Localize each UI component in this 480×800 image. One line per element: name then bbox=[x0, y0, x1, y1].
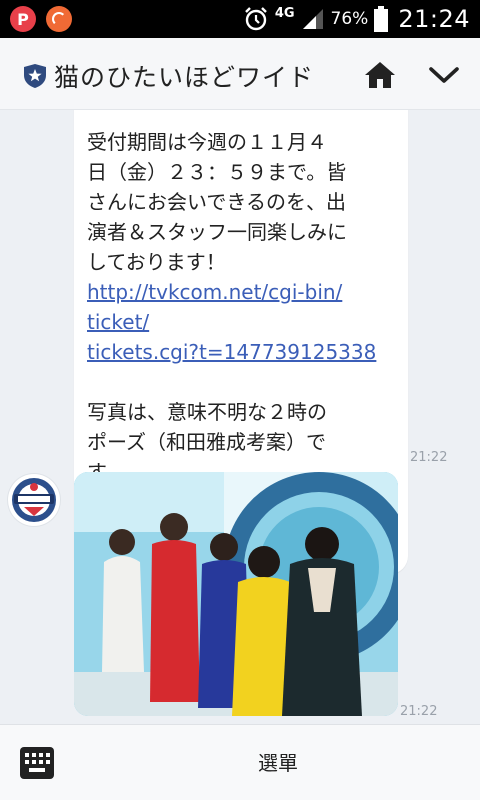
message-spacer bbox=[87, 367, 397, 397]
network-type: 4G bbox=[274, 5, 295, 21]
status-bar: P 4G 76% 21:24 bbox=[0, 0, 480, 38]
message-line: 日（金）２３：５９まで。皆 bbox=[87, 160, 347, 184]
shield-star-icon bbox=[24, 64, 46, 88]
message-line: 写真は、意味不明な２時の bbox=[87, 400, 327, 424]
chevron-down-icon[interactable] bbox=[426, 60, 462, 90]
message-line: さんにお会いできるのを、出 bbox=[87, 190, 346, 214]
ticket-link[interactable]: tickets.cgi?t=147739125338 bbox=[87, 337, 397, 367]
message-line: ポーズ（和田雅成考案）で bbox=[87, 430, 326, 454]
battery-icon bbox=[374, 6, 389, 32]
status-bar-left: P bbox=[10, 6, 72, 32]
ticket-link[interactable]: ticket/ bbox=[87, 307, 397, 337]
avatar[interactable] bbox=[8, 474, 60, 526]
clock: 21:24 bbox=[398, 5, 470, 33]
chat-title: 猫のひたいほどワイド bbox=[54, 63, 315, 92]
ticket-link[interactable]: http://tvkcom.net/cgi-bin/ bbox=[87, 277, 397, 307]
keyboard-icon[interactable] bbox=[20, 747, 54, 779]
photo-message[interactable] bbox=[74, 472, 398, 716]
show-logo-icon bbox=[12, 478, 56, 522]
menu-button[interactable]: 選單 bbox=[190, 743, 366, 783]
signal-icon bbox=[302, 9, 323, 29]
message-line: 演者＆スタッフ一同楽しみに bbox=[87, 220, 347, 244]
alarm-icon bbox=[244, 7, 267, 31]
home-icon[interactable] bbox=[364, 60, 396, 90]
chat-header: 猫のひたいほどワイド bbox=[0, 38, 480, 110]
photo-timestamp: 21:22 bbox=[400, 704, 438, 719]
p-app-icon: P bbox=[10, 6, 36, 32]
bottom-bar: 選單 bbox=[0, 724, 480, 800]
chat-area[interactable]: 受付期間は今週の１１月４ 日（金）２３：５９まで。皆 さんにお会いできるのを、出… bbox=[0, 110, 480, 724]
notification-app-icon bbox=[46, 6, 72, 32]
battery-percent: 76% bbox=[330, 9, 369, 29]
message-line: 受付期間は今週の１１月４ bbox=[87, 130, 327, 154]
group-photo-image bbox=[74, 472, 398, 716]
message-line: しております！ bbox=[87, 250, 226, 274]
message-text: 受付期間は今週の１１月４ 日（金）２３：５９まで。皆 さんにお会いできるのを、出… bbox=[87, 127, 397, 487]
message-timestamp: 21:22 bbox=[410, 450, 448, 465]
status-bar-right: 4G 76% 21:24 bbox=[243, 4, 470, 34]
